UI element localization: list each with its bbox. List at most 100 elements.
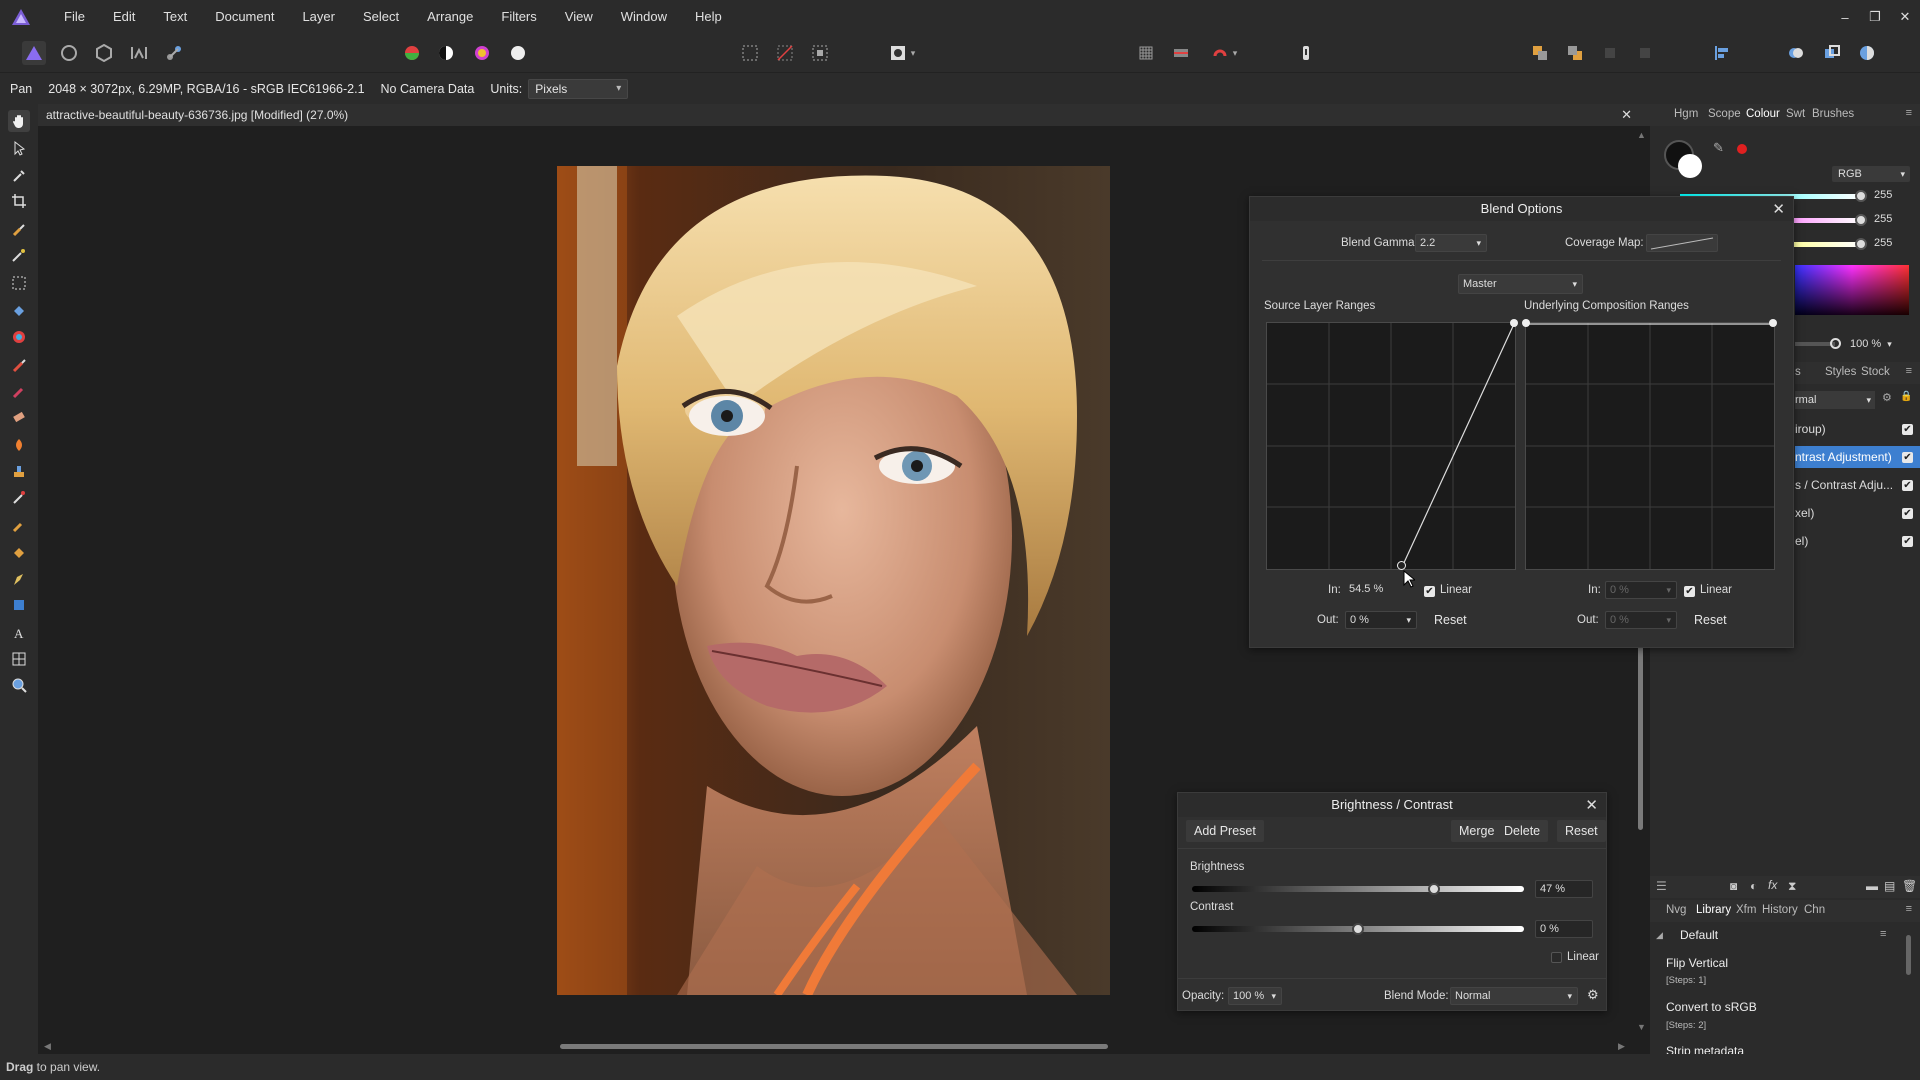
assistant-icon[interactable] bbox=[1294, 41, 1318, 65]
adjustment-layer-icon[interactable]: ◐ bbox=[1750, 879, 1757, 893]
retouch-tool-icon[interactable] bbox=[8, 486, 30, 508]
menu-document[interactable]: Document bbox=[201, 0, 288, 34]
layer-visibility-checkbox[interactable]: ✔ bbox=[1902, 480, 1913, 491]
macro-name[interactable]: Flip Vertical bbox=[1666, 956, 1728, 970]
arrange-disabled-icon[interactable] bbox=[1598, 41, 1622, 65]
deselect-icon[interactable] bbox=[773, 41, 797, 65]
macro-name[interactable]: Strip metadata bbox=[1666, 1044, 1744, 1054]
source-linear-checkbox[interactable]: ✔ bbox=[1424, 586, 1435, 597]
tab-colour[interactable]: Colour bbox=[1746, 108, 1780, 120]
invert-selection-icon[interactable] bbox=[808, 41, 832, 65]
brightness-slider[interactable] bbox=[1192, 886, 1524, 892]
dodge-tool-icon[interactable] bbox=[8, 434, 30, 456]
opacity-knob[interactable] bbox=[1830, 338, 1841, 349]
tab-histogram[interactable]: Hgm bbox=[1674, 108, 1698, 120]
underlying-out-handle[interactable] bbox=[1769, 319, 1777, 327]
linear-checkbox[interactable] bbox=[1551, 952, 1562, 963]
guides-icon[interactable] bbox=[1169, 41, 1193, 65]
layer-visibility-checkbox[interactable]: ✔ bbox=[1902, 536, 1913, 547]
scroll-right-icon[interactable]: ▶ bbox=[1618, 1041, 1625, 1052]
mesh-warp-tool-icon[interactable] bbox=[8, 648, 30, 670]
library-group-title[interactable]: Default bbox=[1680, 928, 1718, 942]
layer-visibility-checkbox[interactable]: ✔ bbox=[1902, 452, 1913, 463]
tab-transform[interactable]: Xfm bbox=[1736, 904, 1756, 916]
merge-button[interactable]: Merge bbox=[1451, 820, 1503, 842]
menu-view[interactable]: View bbox=[551, 0, 607, 34]
layers-menu-icon[interactable]: ≡ bbox=[1906, 365, 1912, 377]
tab-library[interactable]: Library bbox=[1696, 904, 1731, 916]
tab-navigator[interactable]: Nvg bbox=[1666, 904, 1686, 916]
source-range-graph[interactable] bbox=[1266, 319, 1518, 570]
opacity-dropdown[interactable]: 100 % ▾ bbox=[1228, 987, 1282, 1005]
flood-fill-tool-icon[interactable] bbox=[8, 300, 30, 322]
source-reset-button[interactable]: Reset bbox=[1426, 609, 1475, 631]
crop-tool-icon[interactable] bbox=[8, 190, 30, 212]
boolean-add-icon[interactable] bbox=[1784, 41, 1808, 65]
tab-swatches[interactable]: Swt bbox=[1786, 108, 1805, 120]
underlying-out-field[interactable]: 0 % ▾ bbox=[1605, 611, 1677, 629]
sharpen-tool-icon[interactable] bbox=[8, 542, 30, 564]
marquee-select-icon[interactable] bbox=[738, 41, 762, 65]
pen-tool-icon[interactable] bbox=[8, 568, 30, 590]
menu-edit[interactable]: Edit bbox=[99, 0, 149, 34]
boolean-intersect-icon[interactable] bbox=[1855, 41, 1879, 65]
underlying-in-handle[interactable] bbox=[1522, 319, 1530, 327]
text-tool-icon[interactable]: A bbox=[8, 622, 30, 644]
menu-arrange[interactable]: Arrange bbox=[413, 0, 487, 34]
arrange-back-icon[interactable] bbox=[1563, 41, 1587, 65]
menu-select[interactable]: Select bbox=[349, 0, 413, 34]
group-folder-icon[interactable]: ▬ bbox=[1866, 879, 1878, 893]
settings-gear-icon[interactable]: ⚙ bbox=[1587, 987, 1599, 1003]
channel-dropdown[interactable]: Master ▾ bbox=[1458, 274, 1583, 294]
clone-tool-icon[interactable] bbox=[8, 460, 30, 482]
tab-brushes[interactable]: Brushes bbox=[1812, 108, 1854, 120]
close-document-icon[interactable]: ✕ bbox=[1621, 104, 1632, 126]
selection-brush-tool-icon[interactable] bbox=[8, 218, 30, 240]
close-icon[interactable]: ✕ bbox=[1585, 796, 1598, 814]
arrange-forward-icon[interactable] bbox=[1528, 41, 1552, 65]
horizontal-scrollbar[interactable]: ◀ ▶ bbox=[38, 1040, 1650, 1054]
hand-tool-icon[interactable] bbox=[8, 110, 30, 132]
colour-model-dropdown[interactable]: RGB ▾ bbox=[1832, 166, 1910, 182]
library-scrollbar[interactable] bbox=[1906, 935, 1911, 975]
blue-channel-knob[interactable] bbox=[1855, 238, 1867, 250]
boolean-subtract-icon[interactable] bbox=[1820, 41, 1844, 65]
layer-visibility-checkbox[interactable]: ✔ bbox=[1902, 424, 1913, 435]
marquee-tool-icon[interactable] bbox=[8, 272, 30, 294]
units-dropdown[interactable]: Pixels bbox=[528, 78, 629, 99]
contrast-value-field[interactable]: 0 % bbox=[1535, 920, 1593, 938]
source-out-handle[interactable] bbox=[1510, 319, 1518, 327]
source-in-handle[interactable] bbox=[1397, 561, 1406, 570]
recent-colour-swatch[interactable] bbox=[1737, 144, 1747, 154]
delete-button[interactable]: Delete bbox=[1496, 820, 1549, 842]
green-channel-knob[interactable] bbox=[1855, 214, 1867, 226]
minimize-button[interactable]: – bbox=[1830, 0, 1860, 34]
delete-layer-icon[interactable]: 🗑 bbox=[1902, 879, 1917, 893]
collapse-icon[interactable]: ◢ bbox=[1656, 930, 1663, 941]
align-icon[interactable] bbox=[1710, 41, 1734, 65]
add-layer-icon[interactable]: ▤ bbox=[1884, 879, 1895, 893]
tone-mapping-persona-icon[interactable] bbox=[127, 41, 151, 65]
reset-button[interactable]: Reset bbox=[1557, 820, 1606, 842]
blend-mode-dropdown[interactable]: Normal ▾ bbox=[1450, 987, 1578, 1005]
brightness-knob[interactable] bbox=[1428, 883, 1441, 895]
arrange-disabled-2-icon[interactable] bbox=[1633, 41, 1657, 65]
app-logo[interactable] bbox=[0, 0, 42, 34]
lock-icon[interactable]: 🔒 bbox=[1900, 391, 1912, 402]
brightness-value-field[interactable]: 47 % bbox=[1535, 880, 1593, 898]
library-group-menu-icon[interactable]: ≡ bbox=[1880, 928, 1886, 940]
zoom-tool-icon[interactable] bbox=[8, 674, 30, 696]
flood-select-tool-icon[interactable] bbox=[8, 244, 30, 266]
fx-icon[interactable]: fx bbox=[1768, 878, 1777, 892]
blend-gamma-dropdown[interactable]: 2.2 ▾ bbox=[1415, 234, 1487, 252]
menu-text[interactable]: Text bbox=[149, 0, 201, 34]
panel-menu-icon[interactable]: ≡ bbox=[1906, 107, 1912, 119]
close-window-button[interactable]: ✕ bbox=[1890, 0, 1920, 34]
grid-icon[interactable] bbox=[1134, 41, 1158, 65]
underlying-in-field[interactable]: 0 % ▾ bbox=[1605, 581, 1677, 599]
underlying-linear-checkbox[interactable]: ✔ bbox=[1684, 586, 1695, 597]
tab-channels[interactable]: Chn bbox=[1804, 904, 1825, 916]
contrast-knob[interactable] bbox=[1352, 923, 1364, 935]
move-tool-icon[interactable] bbox=[8, 137, 30, 159]
menu-help[interactable]: Help bbox=[681, 0, 736, 34]
